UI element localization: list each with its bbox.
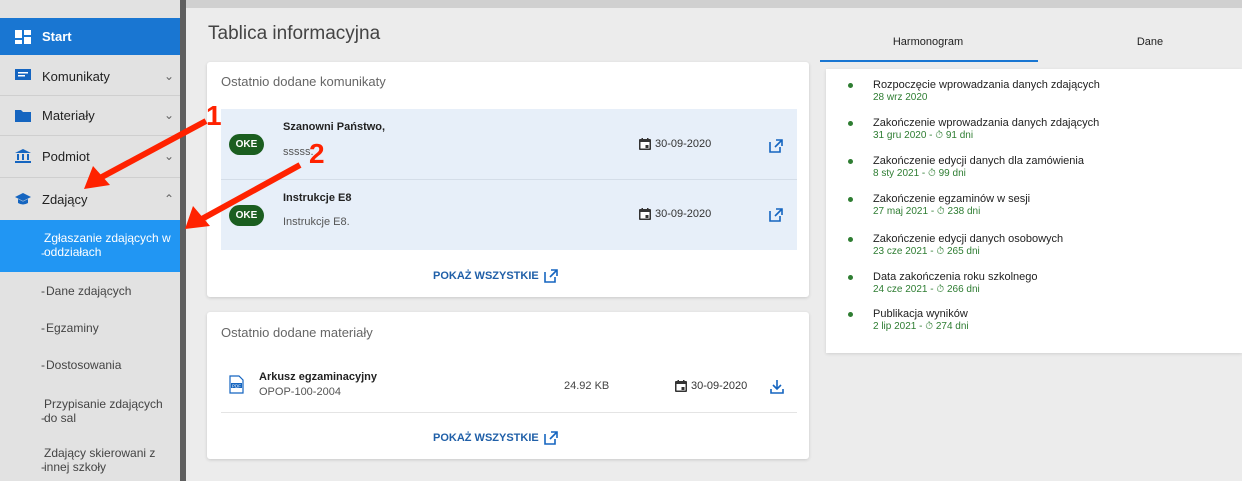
annotation-arrows: [84, 118, 302, 229]
annotation-arrow-1: [98, 118, 208, 181]
annotation-arrow-2: [198, 162, 302, 223]
annotation-number-2: 2: [309, 138, 325, 169]
annotation-number-1: 1: [206, 100, 222, 131]
